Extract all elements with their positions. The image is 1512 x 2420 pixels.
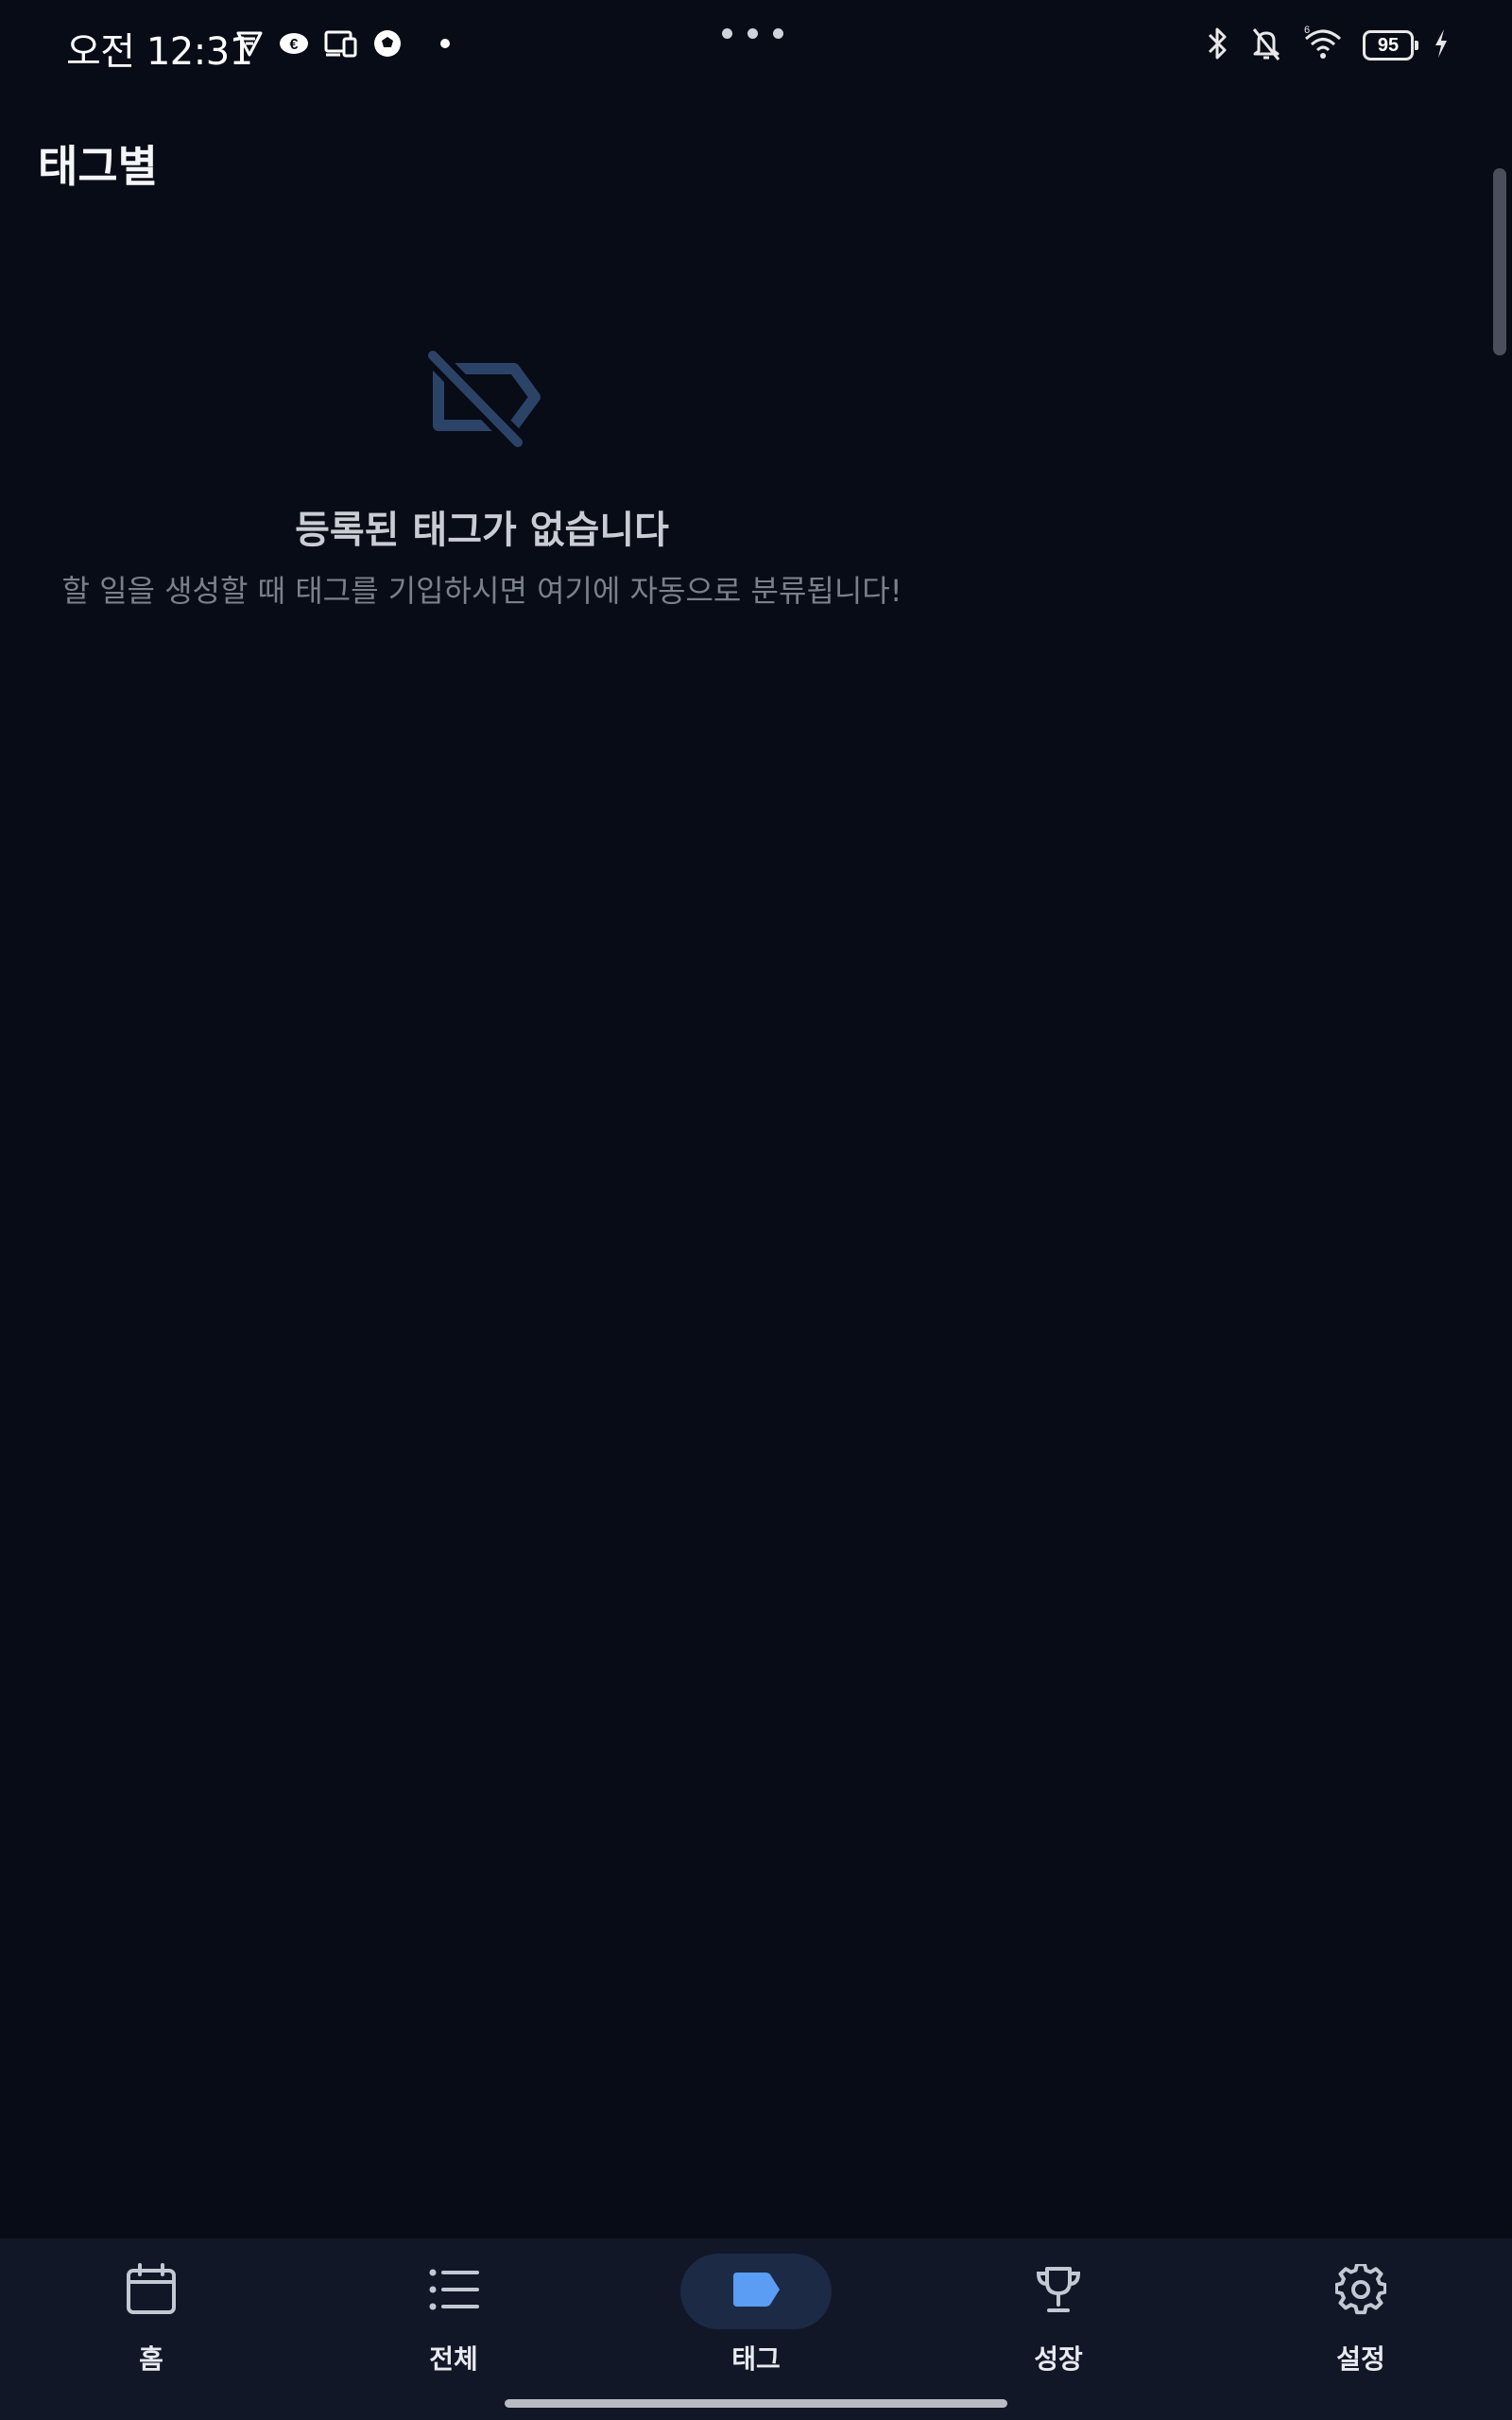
nav-label: 전체 [429,2343,478,2375]
empty-state-subtitle: 할 일을 생성할 때 태그를 기입하시면 여기에 자동으로 분류됩니다! [61,573,902,609]
nav-item-growth[interactable]: 성장 [907,2238,1210,2380]
home-indicator[interactable] [505,2399,1007,2408]
nav-item-all[interactable]: 전체 [302,2238,605,2380]
nav-icon-container [1285,2254,1436,2329]
status-time: 오전 12:31 [66,30,253,74]
status-bar: 오전 12:31 € 6 95 [0,0,1512,91]
vpn-icon [234,28,265,59]
nav-item-settings[interactable]: 설정 [1210,2238,1512,2380]
scrollbar[interactable] [1493,168,1506,355]
gear-icon [1334,2262,1387,2319]
svg-text:€: € [290,37,299,53]
bottom-navigation: 홈 전체 태그 성장 설정 [0,2238,1512,2420]
nav-item-home[interactable]: 홈 [0,2238,302,2380]
battery-level: 95 [1377,34,1400,56]
nav-icon-container [378,2254,529,2329]
nav-icon-container [76,2254,227,2329]
charging-icon [1433,27,1450,63]
nav-icon-container [983,2254,1134,2329]
svg-text:6: 6 [1304,25,1310,36]
status-right-icons: 6 95 [1204,25,1450,66]
notification-dot [440,39,450,48]
nav-icon-container [680,2254,832,2329]
nav-label: 태그 [731,2343,781,2375]
page-title: 태그별 [38,141,158,192]
multitask-dots[interactable] [722,28,783,39]
trophy-icon [1034,2265,1083,2318]
nav-label: 설정 [1336,2343,1385,2375]
battery-icon: 95 [1363,30,1418,60]
nav-label: 홈 [139,2343,163,2375]
wifi-icon: 6 [1302,25,1344,66]
soccer-icon [372,28,403,59]
list-icon [428,2267,479,2316]
empty-state-title: 등록된 태그가 없습니다 [295,509,669,552]
app-icon: € [278,29,310,58]
nav-label: 성장 [1034,2343,1083,2375]
bluetooth-icon [1204,25,1230,66]
status-left-icons: € [234,28,450,59]
calendar-icon [125,2262,178,2321]
cast-icon [323,29,359,58]
tag-icon [731,2272,781,2311]
mute-icon [1249,25,1283,66]
nav-item-tag[interactable]: 태그 [605,2238,907,2380]
tag-off-icon [423,348,542,450]
app-screen: 오전 12:31 € 6 95 태그별 등록된 태그가 없습니다 할 일을 생성… [0,0,1512,2420]
